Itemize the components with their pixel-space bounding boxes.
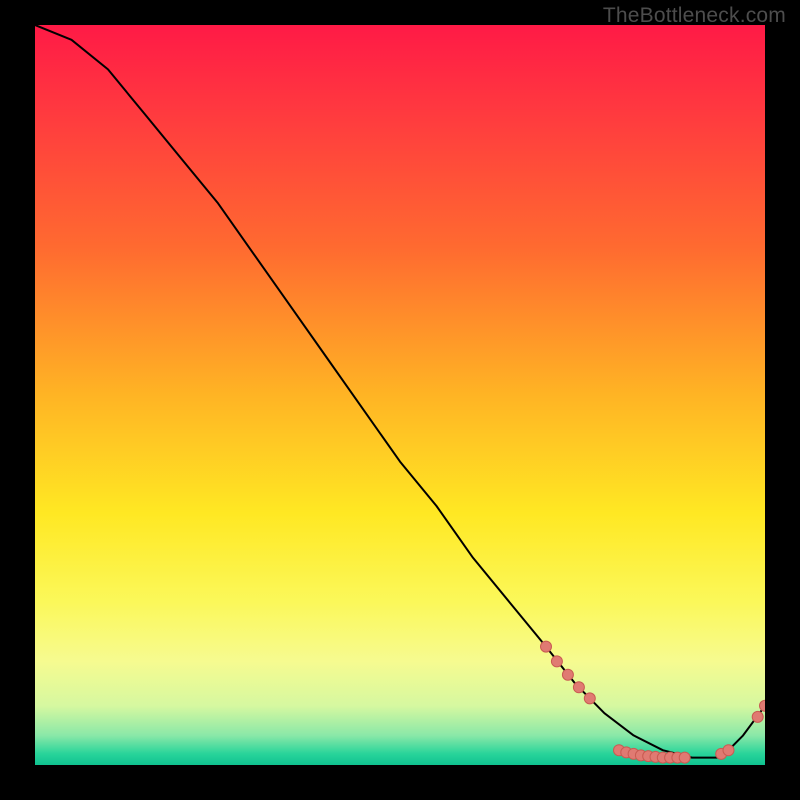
curve-marker xyxy=(723,745,734,756)
curve-layer xyxy=(35,25,765,765)
curve-marker xyxy=(752,711,763,722)
curve-marker xyxy=(562,669,573,680)
plot-area xyxy=(35,25,765,765)
bottleneck-curve-path xyxy=(35,25,765,758)
curve-marker xyxy=(541,641,552,652)
chart-stage: TheBottleneck.com xyxy=(0,0,800,800)
curve-marker xyxy=(551,656,562,667)
curve-marker xyxy=(679,752,690,763)
curve-marker xyxy=(573,682,584,693)
curve-marker xyxy=(760,700,766,711)
curve-marker xyxy=(584,693,595,704)
